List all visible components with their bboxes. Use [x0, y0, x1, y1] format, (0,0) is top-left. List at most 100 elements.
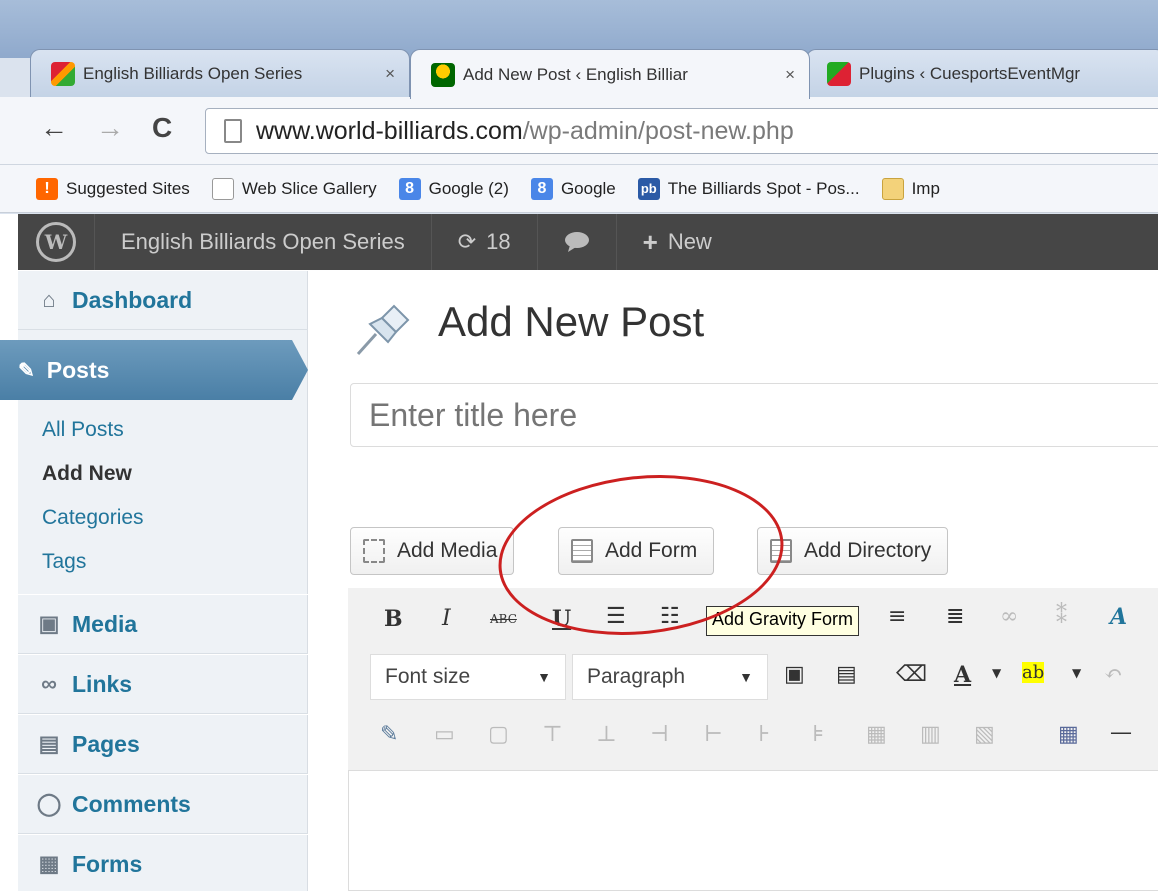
new-content-menu[interactable]: + New: [617, 214, 738, 270]
submenu-categories[interactable]: Categories: [42, 506, 144, 530]
post-title-input[interactable]: [350, 383, 1158, 447]
delete-col-icon[interactable]: ⊧: [812, 722, 824, 747]
tab-english-billiards[interactable]: English Billiards Open Series ×: [30, 49, 410, 97]
menu-links[interactable]: ∞ Links: [18, 654, 308, 714]
comment-bubble-icon: [564, 232, 589, 252]
bookmark-label: Google (2): [428, 178, 509, 198]
new-label: New: [667, 229, 712, 254]
insert-col-after-icon[interactable]: ⊦: [758, 722, 770, 747]
align-right-icon[interactable]: ≡: [888, 604, 906, 629]
site-name-menu[interactable]: English Billiards Open Series: [95, 214, 432, 270]
insert-row-after-icon[interactable]: ⊥: [596, 722, 617, 747]
table-row-props-icon[interactable]: ▭: [434, 722, 455, 747]
edit-image-icon[interactable]: ✎: [380, 722, 398, 747]
bookmark-folder[interactable]: Imp: [881, 177, 940, 200]
table-props-icon[interactable]: ▧: [974, 722, 995, 747]
table-cell-props-icon[interactable]: ▢: [488, 722, 509, 747]
back-arrow-icon[interactable]: ←: [40, 108, 68, 148]
text-color-icon[interactable]: A: [954, 662, 971, 688]
eraser-icon[interactable]: ⌫: [896, 662, 927, 687]
bookmark-google-2[interactable]: 8 Google (2): [398, 177, 509, 200]
menu-forms[interactable]: ▦ Forms: [18, 834, 308, 891]
menu-label: Forms: [72, 850, 143, 877]
menu-posts[interactable]: ✎ Posts: [0, 340, 308, 400]
submenu-tags[interactable]: Tags: [42, 550, 86, 574]
add-media-button[interactable]: Add Media: [350, 527, 515, 575]
menu-pages[interactable]: ▤ Pages: [18, 714, 308, 774]
merge-cells-icon[interactable]: ▥: [920, 722, 941, 747]
comments-icon: ◯: [36, 791, 62, 816]
unlink-icon[interactable]: ⁑: [1056, 604, 1067, 629]
highlight-color-icon[interactable]: ab: [1022, 662, 1045, 683]
bookmark-suggested-sites[interactable]: ! Suggested Sites: [36, 177, 190, 200]
comments-menu[interactable]: [538, 214, 617, 270]
submenu-add-new[interactable]: Add New: [42, 462, 132, 486]
insert-row-before-icon[interactable]: ⊤: [542, 722, 563, 747]
tab-close-icon[interactable]: ×: [385, 64, 395, 84]
wp-admin-bar: W English Billiards Open Series ⟳ 18 + N…: [18, 214, 1158, 270]
chevron-down-icon: ▼: [739, 669, 753, 685]
submenu-all-posts[interactable]: All Posts: [42, 418, 124, 442]
menu-label: Media: [72, 610, 138, 637]
plus-icon: +: [642, 226, 658, 257]
paste-text-icon[interactable]: ▣: [784, 662, 805, 687]
add-directory-button[interactable]: Add Directory: [757, 527, 949, 575]
url-host: www.world-billiards.com: [256, 116, 523, 145]
address-bar[interactable]: www.world-billiards.com/wp-admin/post-ne…: [205, 108, 1158, 154]
page-icon: [224, 119, 242, 143]
button-label: Add Media: [397, 539, 498, 562]
delete-row-icon[interactable]: ⊣: [650, 722, 669, 747]
browser-chrome: English Billiards Open Series × Add New …: [0, 0, 1158, 214]
undo-icon[interactable]: ↶: [1104, 662, 1122, 687]
page-title: Add New Post: [438, 298, 705, 345]
bookmark-google[interactable]: 8 Google: [530, 177, 616, 200]
font-size-select[interactable]: Font size ▼: [370, 654, 566, 700]
tab-close-icon[interactable]: ×: [785, 65, 795, 85]
button-label: Add Directory: [804, 539, 932, 562]
bookmark-label: Suggested Sites: [66, 178, 190, 198]
bold-button[interactable]: B: [384, 606, 403, 632]
insert-table-icon[interactable]: ▦: [1058, 722, 1079, 747]
wp-logo-menu[interactable]: W: [18, 214, 95, 270]
pages-icon: ▤: [38, 731, 60, 756]
reload-icon[interactable]: C: [152, 108, 172, 148]
home-icon: ⌂: [42, 287, 56, 312]
paragraph-format-select[interactable]: Paragraph ▼: [572, 654, 768, 700]
updates-icon: ⟳: [457, 229, 477, 254]
media-icon: ▣: [38, 611, 60, 636]
split-cells-icon[interactable]: ▦: [866, 722, 887, 747]
link-icon[interactable]: ∞: [1000, 604, 1018, 629]
horizontal-rule-icon[interactable]: —: [1110, 720, 1132, 745]
bookmark-web-slice-gallery[interactable]: Web Slice Gallery: [211, 177, 377, 200]
menu-label: Dashboard: [72, 286, 193, 313]
forward-arrow-icon[interactable]: →: [96, 108, 124, 148]
align-justify-icon[interactable]: ≣: [946, 604, 964, 629]
italic-button[interactable]: I: [442, 606, 451, 631]
chevron-down-icon[interactable]: ▼: [1072, 666, 1081, 680]
wordpress-logo-icon: W: [36, 222, 76, 262]
style-icon[interactable]: A: [1110, 604, 1127, 630]
folder-icon: [881, 177, 904, 200]
chevron-down-icon: ▼: [537, 669, 551, 685]
tab-title: Add New Post ‹ English Billiar: [463, 64, 688, 84]
chevron-down-icon[interactable]: ▼: [992, 666, 1001, 680]
site-favicon-icon: [431, 62, 455, 87]
pushpin-icon: [356, 304, 410, 356]
select-value: Paragraph: [587, 665, 686, 688]
tab-add-new-post[interactable]: Add New Post ‹ English Billiar ×: [410, 49, 810, 99]
paste-word-icon[interactable]: ▤: [836, 662, 857, 687]
tab-title: Plugins ‹ CuesportsEventMgr: [859, 63, 1081, 83]
pushpin-icon: ✎: [18, 359, 35, 382]
insert-col-before-icon[interactable]: ⊢: [704, 722, 723, 747]
tab-plugins[interactable]: Plugins ‹ CuesportsEventMgr: [806, 49, 1158, 97]
page-icon: [211, 177, 234, 200]
menu-comments[interactable]: ◯ Comments: [18, 774, 308, 834]
strikethrough-button[interactable]: ABC: [490, 612, 517, 626]
menu-label: Pages: [72, 730, 140, 757]
updates-count: 18: [486, 229, 511, 254]
tab-title: English Billiards Open Series: [83, 63, 303, 83]
menu-dashboard[interactable]: ⌂ Dashboard: [18, 270, 308, 330]
updates-menu[interactable]: ⟳ 18: [432, 214, 538, 270]
menu-media[interactable]: ▣ Media: [18, 594, 308, 654]
bookmark-billiards-spot[interactable]: pb The Billiards Spot - Pos...: [637, 177, 860, 200]
